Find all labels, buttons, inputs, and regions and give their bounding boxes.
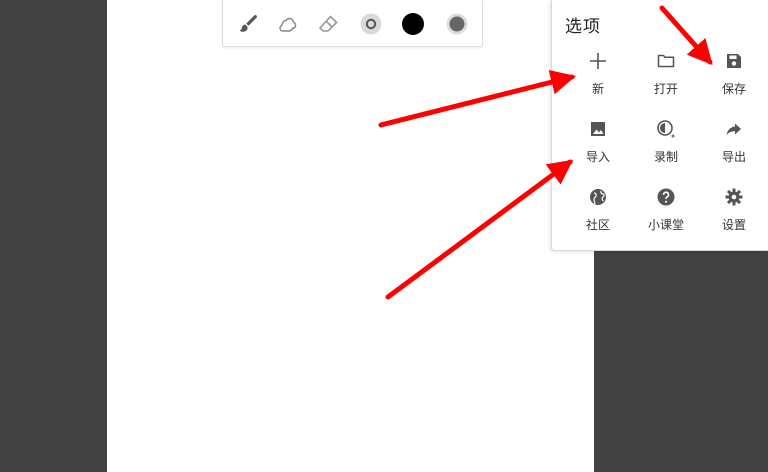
- import-button[interactable]: 导入: [564, 119, 632, 171]
- open-label: 打开: [653, 82, 678, 96]
- brush-tool[interactable]: [233, 9, 263, 39]
- opacity-tool[interactable]: [442, 9, 472, 39]
- color-tool[interactable]: [398, 9, 428, 39]
- settings-label: 设置: [721, 218, 746, 232]
- drawing-toolbar: [222, 0, 483, 47]
- brush-size-tool[interactable]: [356, 9, 386, 39]
- brush-icon: [239, 15, 257, 32]
- save-label: 保存: [721, 82, 746, 96]
- save-button[interactable]: 保存: [700, 51, 768, 103]
- gear-icon: [724, 187, 744, 207]
- record-button[interactable]: 录制: [632, 119, 700, 171]
- plus-icon: [588, 51, 608, 71]
- globe-icon: [588, 187, 608, 207]
- record-label: 录制: [653, 150, 678, 164]
- share-arrow-icon: [724, 119, 744, 139]
- import-label: 导入: [585, 150, 610, 164]
- export-label: 导出: [721, 150, 746, 164]
- image-icon: [588, 119, 608, 139]
- color-swatch-icon: [402, 13, 424, 35]
- panel-title: 选项: [565, 17, 601, 37]
- eraser-tool[interactable]: [313, 9, 343, 39]
- save-icon: [724, 51, 744, 71]
- community-button[interactable]: 社区: [564, 187, 632, 239]
- tutorial-button[interactable]: 小课堂: [632, 187, 700, 239]
- new-label: 新: [591, 82, 604, 96]
- folder-icon: [656, 51, 676, 71]
- tutorial-label: 小课堂: [647, 218, 684, 232]
- settings-button[interactable]: 设置: [700, 187, 768, 239]
- new-button[interactable]: 新: [564, 51, 632, 103]
- drawing-canvas[interactable]: [107, 0, 594, 472]
- smudge-tool[interactable]: [273, 9, 303, 39]
- eraser-icon: [318, 15, 338, 32]
- opacity-icon: [446, 13, 468, 35]
- export-button[interactable]: 导出: [700, 119, 768, 171]
- help-icon: [656, 187, 676, 207]
- record-icon: [656, 119, 676, 139]
- community-label: 社区: [585, 218, 610, 232]
- options-panel: 选项 新 打开 保存 导入 录制 导出 社区 小课堂 设置: [551, 0, 768, 251]
- open-button[interactable]: 打开: [632, 51, 700, 103]
- brush-size-icon: [360, 13, 382, 35]
- smudge-icon: [279, 17, 297, 32]
